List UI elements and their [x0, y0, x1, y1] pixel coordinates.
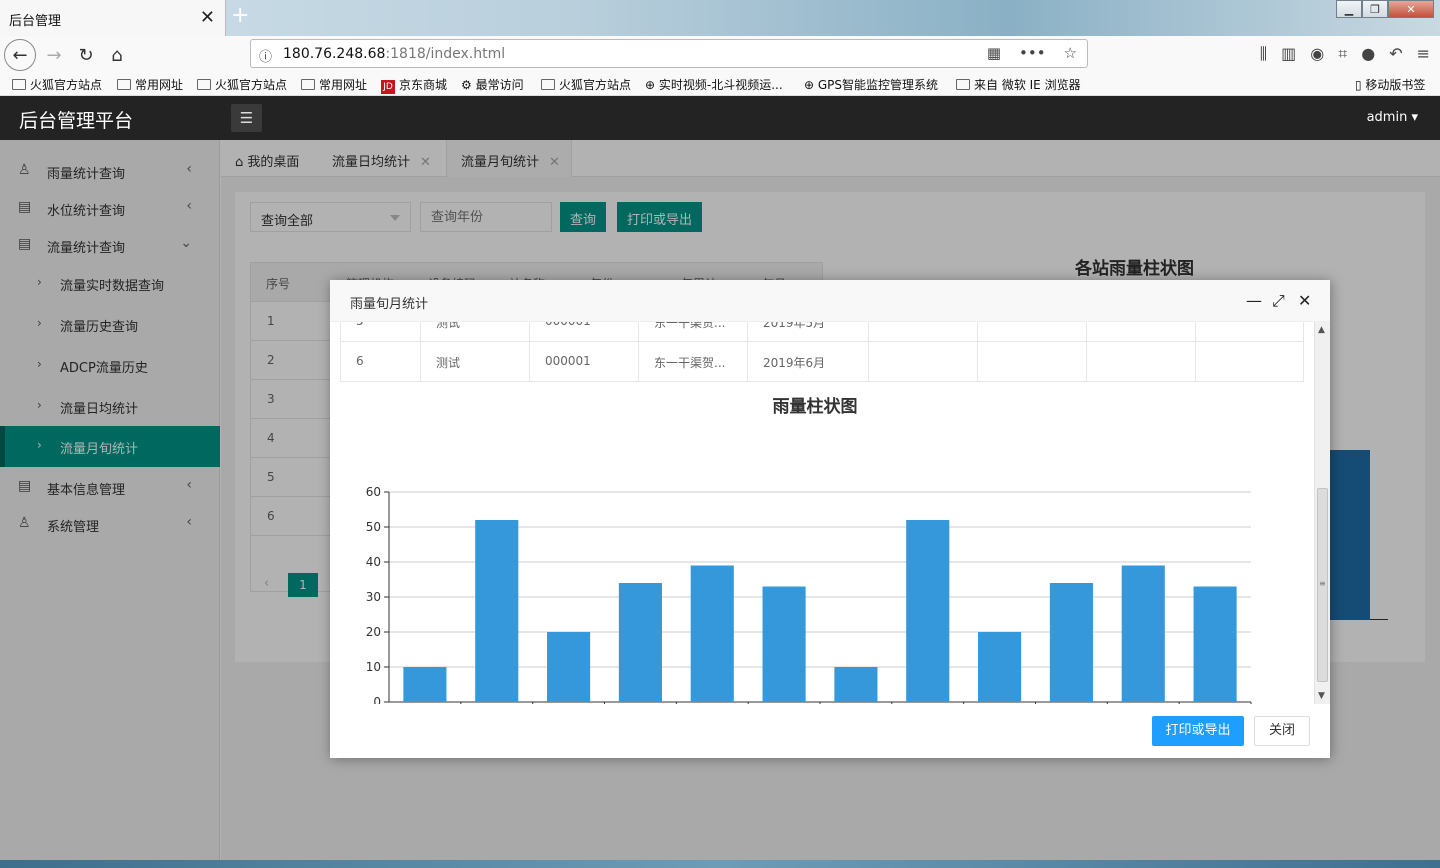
y-tick-label: 10 [366, 660, 381, 674]
browser-tab-title: 后台管理 [9, 14, 62, 29]
new-tab-button[interactable]: + [231, 3, 249, 28]
back-arrow-icon[interactable]: ← [4, 39, 36, 71]
bookmark-item[interactable]: 火狐官方站点 [12, 76, 102, 93]
bookmark-item[interactable]: 火狐官方站点 [197, 76, 287, 93]
dialog-scrollbar[interactable]: ▲ ≡ ▼ [1314, 322, 1330, 704]
y-tick-label: 30 [366, 590, 381, 604]
maximize-window-icon[interactable]: ❐ [1362, 0, 1388, 18]
menu-toggle-button[interactable]: ☰ [231, 104, 262, 132]
globe-icon: ⊕ [804, 78, 818, 92]
monthly-stats-dialog: 雨量旬月统计 — ⤢ ✕ 5 测试 000001 东一干渠贺... 2019年5… [330, 280, 1330, 758]
maximize-icon[interactable]: ⤢ [1272, 291, 1285, 311]
folder-icon [197, 79, 211, 90]
gear-icon: ⚙ [461, 78, 476, 92]
screenshot-icon[interactable]: ⌗ [1338, 44, 1347, 64]
chart-bar [1193, 586, 1237, 702]
folder-icon [301, 79, 315, 90]
chart-bar [475, 520, 519, 702]
chart-bar [690, 565, 734, 702]
bookmark-item[interactable]: 来自 微软 IE 浏览器 [956, 76, 1081, 93]
rainfall-bar-chart: 雨量柱状图 01020304050601月2月3月4月5月6月7月8月9月10月… [340, 392, 1303, 704]
folder-icon [12, 79, 26, 90]
table-row: 6 测试 000001 东一干渠贺... 2019年6月 [340, 342, 1304, 382]
extension-icon[interactable]: ◉ [1310, 44, 1324, 64]
minimize-icon[interactable]: — [1246, 291, 1262, 310]
library-icon[interactable]: ⫼ [1260, 44, 1267, 64]
dialog-footer: 打印或导出 关闭 [330, 704, 1330, 758]
sidebar-toggle-icon[interactable]: ▥ [1281, 44, 1296, 64]
os-taskbar [0, 860, 1440, 868]
browser-toolbar: ⫼ ▥ ◉ ⌗ ● ↶ ≡ [1260, 44, 1430, 64]
dialog-body: 5 测试 000001 东一干渠贺... 2019年5月 6 测试 000001… [330, 322, 1330, 704]
globe-icon: ⊕ [645, 78, 659, 92]
scroll-down-icon[interactable]: ▼ [1318, 691, 1325, 701]
dialog-close-button[interactable]: 关闭 [1254, 716, 1310, 746]
mobile-icon: ▯ [1355, 78, 1366, 92]
chat-icon[interactable]: ● [1361, 44, 1375, 64]
browser-tab-strip: 后台管理 ✕ + ▁ ❐ ✕ [0, 0, 1440, 36]
hamburger-icon: ☰ [239, 109, 254, 127]
caret-down-icon: ▾ [1411, 110, 1418, 125]
hamburger-menu-icon[interactable]: ≡ [1417, 44, 1430, 64]
minimize-window-icon[interactable]: ▁ [1336, 0, 1362, 18]
chart-bar [834, 667, 878, 702]
user-menu[interactable]: admin ▾ [1367, 110, 1418, 125]
chart-bar [762, 586, 806, 702]
url-text: 180.76.248.68:1818/index.html [283, 46, 506, 62]
bookmark-item[interactable]: ⊕ 实时视频-北斗视频运... [645, 76, 783, 93]
folder-icon [956, 79, 970, 90]
chart-bar [1049, 583, 1093, 702]
bookmark-star-icon[interactable]: ☆ [1064, 44, 1077, 62]
site-info-icon[interactable]: ⓘ [259, 46, 272, 65]
bookmark-item[interactable]: JD 京东商城 [381, 76, 447, 94]
app-title: 后台管理平台 [19, 110, 134, 132]
chart-bar [618, 583, 662, 702]
close-icon[interactable]: ✕ [1298, 291, 1311, 310]
app-header: 后台管理平台 ☰ admin ▾ [0, 96, 1440, 140]
chart-bar [1121, 565, 1165, 702]
scroll-up-icon[interactable]: ▲ [1318, 325, 1325, 335]
qr-code-icon[interactable]: ▦ [987, 44, 1001, 62]
window-controls: ▁ ❐ ✕ [1336, 0, 1434, 18]
folder-icon [541, 79, 555, 90]
chart-bar [906, 520, 950, 702]
dialog-print-export-button[interactable]: 打印或导出 [1152, 716, 1244, 746]
browser-tab[interactable]: 后台管理 ✕ [0, 0, 226, 36]
url-bar[interactable]: ⓘ 180.76.248.68:1818/index.html ▦ ••• ☆ [250, 39, 1088, 68]
bookmark-item[interactable]: ⊕ GPS智能监控管理系统 [804, 76, 938, 93]
y-tick-label: 20 [366, 625, 381, 639]
close-tab-icon[interactable]: ✕ [200, 7, 215, 28]
jd-icon: JD [381, 80, 395, 94]
y-tick-label: 40 [366, 555, 381, 569]
page-actions-icon[interactable]: ••• [1019, 44, 1046, 62]
y-tick-label: 60 [366, 485, 381, 499]
y-tick-label: 0 [373, 695, 381, 704]
scroll-thumb[interactable]: ≡ [1317, 488, 1328, 682]
browser-navbar: ← → ↻ ⌂ ⓘ 180.76.248.68:1818/index.html … [0, 36, 1440, 72]
grip-icon: ≡ [1319, 579, 1326, 588]
bookmark-item[interactable]: 常用网址 [301, 76, 367, 93]
reload-icon[interactable]: ↻ [72, 42, 100, 68]
chart-canvas: 01020304050601月2月3月4月5月6月7月8月9月10月11月12月 [366, 485, 1252, 704]
bookmark-item[interactable]: 火狐官方站点 [541, 76, 631, 93]
bookmark-item[interactable]: ▯ 移动版书签 [1355, 76, 1425, 93]
undo-icon[interactable]: ↶ [1389, 44, 1402, 64]
bookmark-item[interactable]: 常用网址 [117, 76, 183, 93]
bookmark-item[interactable]: ⚙ 最常访问 [461, 76, 524, 93]
close-window-icon[interactable]: ✕ [1388, 0, 1434, 18]
dialog-title: 雨量旬月统计 [350, 297, 429, 312]
home-icon[interactable]: ⌂ [103, 42, 131, 68]
table-row: 5 测试 000001 东一干渠贺... 2019年5月 [340, 322, 1304, 342]
folder-icon [117, 79, 131, 90]
chart-bar [978, 632, 1022, 702]
y-tick-label: 50 [366, 520, 381, 534]
chart-bar [403, 667, 447, 702]
chart-bar [547, 632, 591, 702]
bookmarks-bar: 火狐官方站点 常用网址 火狐官方站点 常用网址 JD 京东商城 ⚙ 最常访问 火狐… [0, 72, 1440, 96]
forward-arrow-icon[interactable]: → [40, 42, 68, 68]
dialog-header: 雨量旬月统计 — ⤢ ✕ [330, 280, 1330, 322]
